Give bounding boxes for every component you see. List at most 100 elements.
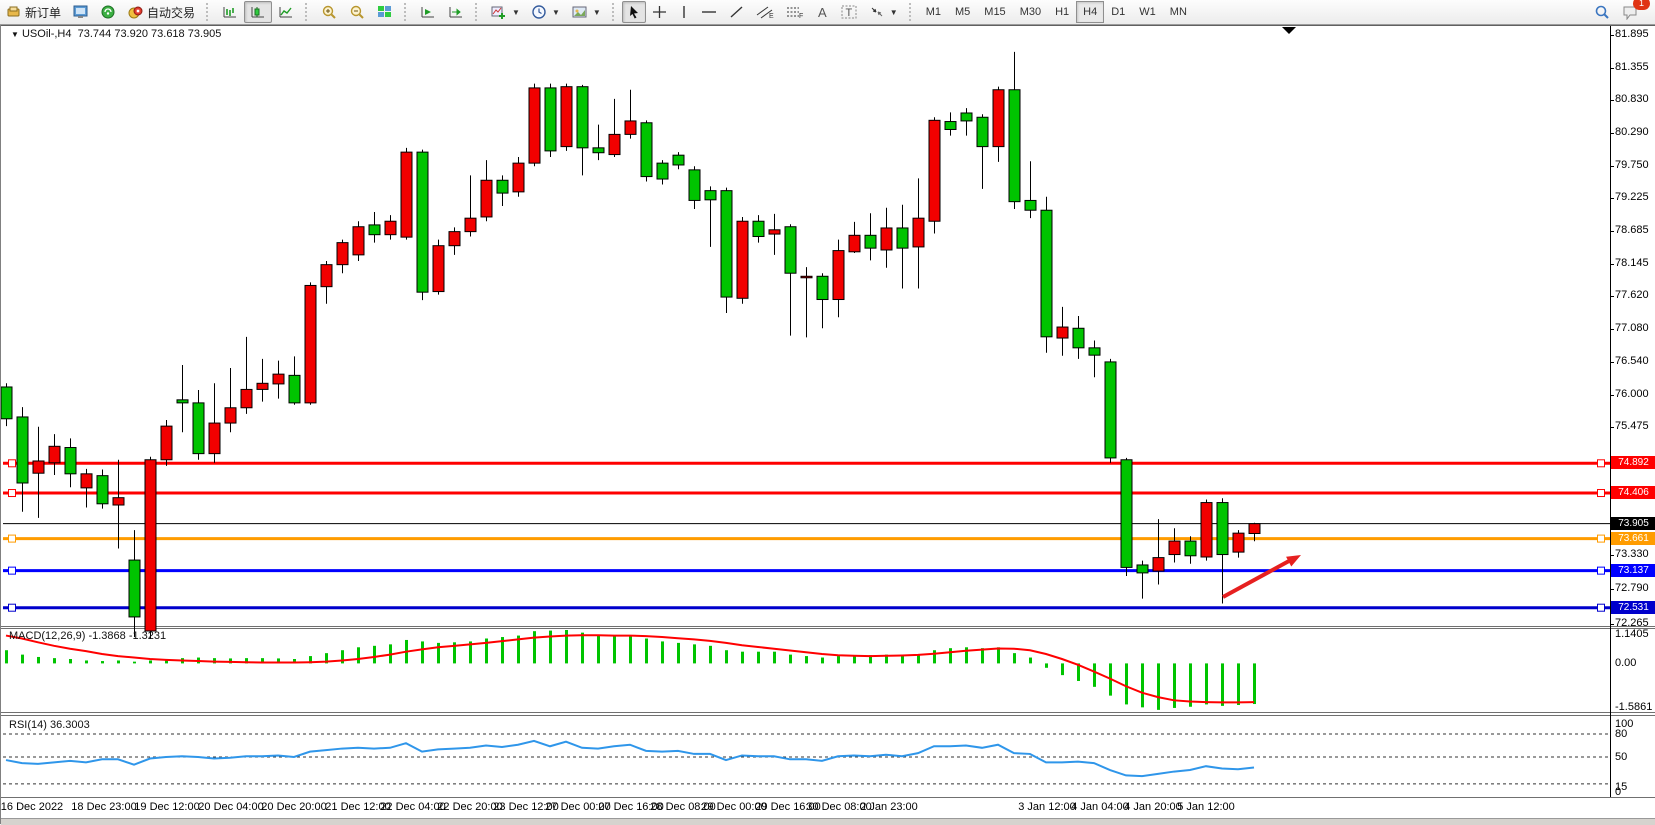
- new-order-label: 新订单: [25, 4, 61, 21]
- text-tool-button[interactable]: A: [810, 1, 835, 23]
- label-tool-button[interactable]: T: [835, 1, 863, 23]
- zoom-in-button[interactable]: [315, 1, 343, 23]
- chart-title: ▼ USOil-,H4 73.744 73.920 73.618 73.905: [11, 28, 221, 40]
- svg-text:A: A: [818, 5, 827, 19]
- text-label-icon: T: [841, 5, 857, 19]
- hline-handle[interactable]: [9, 604, 16, 611]
- price-tick-label: 81.895: [1615, 28, 1649, 40]
- candle-body: [369, 225, 380, 235]
- timeframe-M30[interactable]: M30: [1013, 1, 1048, 23]
- chevron-down-icon: ▼: [890, 8, 898, 17]
- candle-body: [849, 235, 860, 252]
- zoom-in-icon: [321, 5, 337, 20]
- templates-icon: [572, 5, 588, 19]
- candle-body: [929, 120, 940, 221]
- hline-handle[interactable]: [1598, 490, 1605, 497]
- candle-body: [817, 276, 828, 299]
- timeframe-M15[interactable]: M15: [977, 1, 1012, 23]
- price-flag-73.661: 73.661: [1611, 532, 1655, 545]
- hline-handle[interactable]: [9, 460, 16, 467]
- hline-handle[interactable]: [1598, 460, 1605, 467]
- templates-button[interactable]: ▼: [566, 1, 607, 23]
- market-watch-button[interactable]: [67, 1, 95, 23]
- candle-body: [545, 88, 556, 151]
- hline-handle[interactable]: [1598, 604, 1605, 611]
- candle-body: [1089, 348, 1100, 355]
- price-flag-72.531: 72.531: [1611, 601, 1655, 614]
- new-order-button[interactable]: 新订单: [0, 1, 67, 23]
- candle-body: [577, 87, 588, 148]
- vertical-line-tool-button[interactable]: [673, 1, 695, 23]
- arrows-tool-button[interactable]: ▼: [863, 1, 904, 23]
- svg-text:E: E: [769, 13, 774, 19]
- trendline-tool-button[interactable]: [723, 1, 750, 23]
- trend-arrow-head[interactable]: [1286, 555, 1301, 566]
- cursor-tool-button[interactable]: [622, 1, 646, 23]
- chart-shift-marker[interactable]: [1282, 27, 1296, 34]
- candle-body: [801, 276, 812, 278]
- price-tick-label: 73.330: [1615, 548, 1649, 560]
- notifications-button[interactable]: 1: [1616, 1, 1645, 23]
- bar-chart-type-button[interactable]: [216, 1, 244, 23]
- rsi-layer: [3, 734, 1610, 784]
- autotrading-button[interactable]: 自动交易: [122, 1, 201, 23]
- price-flag-73.137: 73.137: [1611, 564, 1655, 577]
- search-button[interactable]: [1588, 1, 1616, 23]
- chart-shift-icon: [448, 5, 464, 19]
- macd-indicator-label: MACD(12,26,9) -1.3868 -1.3231: [9, 630, 166, 642]
- add-indicator-button[interactable]: ▼: [485, 1, 526, 23]
- candle-body: [273, 374, 284, 384]
- fibonacci-tool-button[interactable]: F: [780, 1, 810, 23]
- candle-chart-type-button[interactable]: [244, 1, 272, 23]
- periods-button[interactable]: ▼: [526, 1, 566, 23]
- candle-body: [1121, 460, 1132, 568]
- trend-arrow[interactable]: [1223, 561, 1289, 597]
- candle-body: [961, 113, 972, 121]
- hline-handle[interactable]: [9, 567, 16, 574]
- signals-button[interactable]: [95, 1, 122, 23]
- candle-body: [1105, 362, 1116, 458]
- timeframe-MN[interactable]: MN: [1163, 1, 1194, 23]
- tile-windows-button[interactable]: [371, 1, 399, 23]
- macd-scale-label: 0.00: [1615, 657, 1636, 669]
- hline-handle[interactable]: [1598, 567, 1605, 574]
- hline-handle[interactable]: [9, 535, 16, 542]
- candle-body: [465, 218, 476, 231]
- rsi-scale-label: 50: [1615, 751, 1627, 763]
- channel-tool-button[interactable]: E: [750, 1, 780, 23]
- candle-body: [1137, 565, 1148, 573]
- candle-body: [1201, 503, 1212, 557]
- candle-body: [401, 152, 412, 237]
- timeframe-M5[interactable]: M5: [948, 1, 977, 23]
- line-chart-type-button[interactable]: [272, 1, 300, 23]
- chart-shift-button[interactable]: [442, 1, 470, 23]
- zoom-out-icon: [349, 5, 365, 20]
- candle-body: [753, 221, 764, 236]
- crosshair-tool-button[interactable]: [646, 1, 673, 23]
- candle-body: [433, 246, 444, 292]
- auto-scroll-icon: [420, 5, 436, 19]
- toolbar-grip: [612, 3, 618, 21]
- candle-body: [97, 476, 108, 504]
- candle-body: [897, 228, 908, 248]
- timeframe-H1[interactable]: H1: [1048, 1, 1076, 23]
- hline-handle[interactable]: [9, 490, 16, 497]
- signals-icon: [101, 5, 116, 19]
- zoom-out-button[interactable]: [343, 1, 371, 23]
- timeframe-W1[interactable]: W1: [1132, 1, 1163, 23]
- candle-body: [705, 191, 716, 200]
- candle-body: [1153, 558, 1164, 571]
- hline-handle[interactable]: [1598, 535, 1605, 542]
- price-tick-label: 75.475: [1615, 420, 1649, 432]
- horizontal-line-tool-button[interactable]: [695, 1, 723, 23]
- auto-scroll-button[interactable]: [414, 1, 442, 23]
- autotrading-icon: [128, 5, 143, 19]
- candle-body: [641, 123, 652, 177]
- timeframe-H4[interactable]: H4: [1076, 1, 1104, 23]
- candle-body: [561, 87, 572, 147]
- chart-canvas[interactable]: [1, 25, 1655, 824]
- candle-body: [529, 88, 540, 163]
- timeframe-M1[interactable]: M1: [919, 1, 948, 23]
- timeframe-D1[interactable]: D1: [1104, 1, 1132, 23]
- rsi-scale-label: 80: [1615, 728, 1627, 740]
